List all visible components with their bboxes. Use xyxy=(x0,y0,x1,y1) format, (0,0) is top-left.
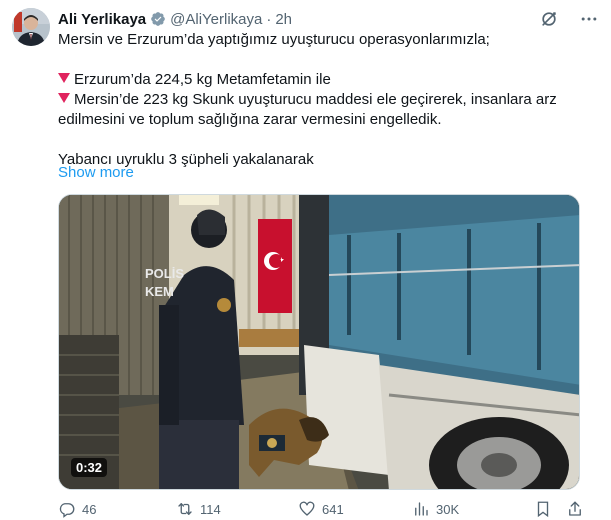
vest-text-2: KEM xyxy=(145,284,174,299)
author-handle[interactable]: @AliYerlikaya xyxy=(170,11,262,28)
tweet-time[interactable]: 2h xyxy=(275,11,292,28)
repost-button[interactable]: 114 xyxy=(176,500,221,518)
like-count: 641 xyxy=(322,501,344,517)
show-more-link[interactable]: Show more xyxy=(58,163,134,183)
tweet[interactable]: Ali Yerlikaya @AliYerlikaya · 2h Mersin … xyxy=(0,0,611,520)
verified-icon xyxy=(150,11,166,27)
author-name[interactable]: Ali Yerlikaya xyxy=(58,11,146,28)
vest-text-1: POLİS xyxy=(145,266,184,281)
tweet-line-5: Yabancı uyruklu 3 şüpheli yakalanarak xyxy=(58,151,314,168)
views-button[interactable]: 30K xyxy=(412,500,459,518)
views-count: 30K xyxy=(436,501,460,517)
tweet-line-3-text: Mersin’de 223 kg Skunk uyuşturucu maddes… xyxy=(74,91,557,108)
video-duration: 0:32 xyxy=(71,458,108,477)
separator-dot: · xyxy=(266,10,272,28)
repost-icon xyxy=(178,503,192,515)
tweet-line-3: Mersin’de 223 kg Skunk uyuşturucu maddes… xyxy=(58,90,598,110)
tweet-line-1: Mersin ve Erzurum’da yaptığımız uyuşturu… xyxy=(58,31,490,48)
header-actions xyxy=(539,9,599,29)
bookmark-icon xyxy=(537,501,549,518)
tweet-line-2: Erzurum’da 224,5 kg Metamfetamin ile xyxy=(58,70,598,90)
share-icon xyxy=(569,501,581,516)
grok-icon[interactable] xyxy=(539,9,559,29)
tweet-line-4: edilmesini ve toplum sağlığına zarar ver… xyxy=(58,111,442,128)
reply-icon xyxy=(59,503,75,518)
tweet-line-2-text: Erzurum’da 224,5 kg Metamfetamin ile xyxy=(74,71,331,88)
like-button[interactable]: 641 xyxy=(298,500,344,518)
more-options-icon[interactable] xyxy=(579,9,599,29)
reply-button[interactable]: 46 xyxy=(58,500,96,518)
red-triangle-icon xyxy=(58,73,70,83)
tweet-header: Ali Yerlikaya @AliYerlikaya · 2h xyxy=(58,9,599,29)
avatar[interactable] xyxy=(12,8,50,46)
share-button[interactable] xyxy=(566,500,584,518)
tweet-text: Mersin ve Erzurum’da yaptığımız uyuşturu… xyxy=(58,30,598,170)
video-player[interactable]: POLİS KEM 0:32 xyxy=(58,194,580,490)
heart-icon xyxy=(299,501,315,516)
red-triangle-icon xyxy=(58,93,70,103)
repost-count: 114 xyxy=(200,501,221,517)
views-icon xyxy=(415,502,428,516)
bookmark-button[interactable] xyxy=(534,500,552,518)
reply-count: 46 xyxy=(82,501,97,517)
tweet-actions: 46 114 641 30K xyxy=(58,498,588,520)
